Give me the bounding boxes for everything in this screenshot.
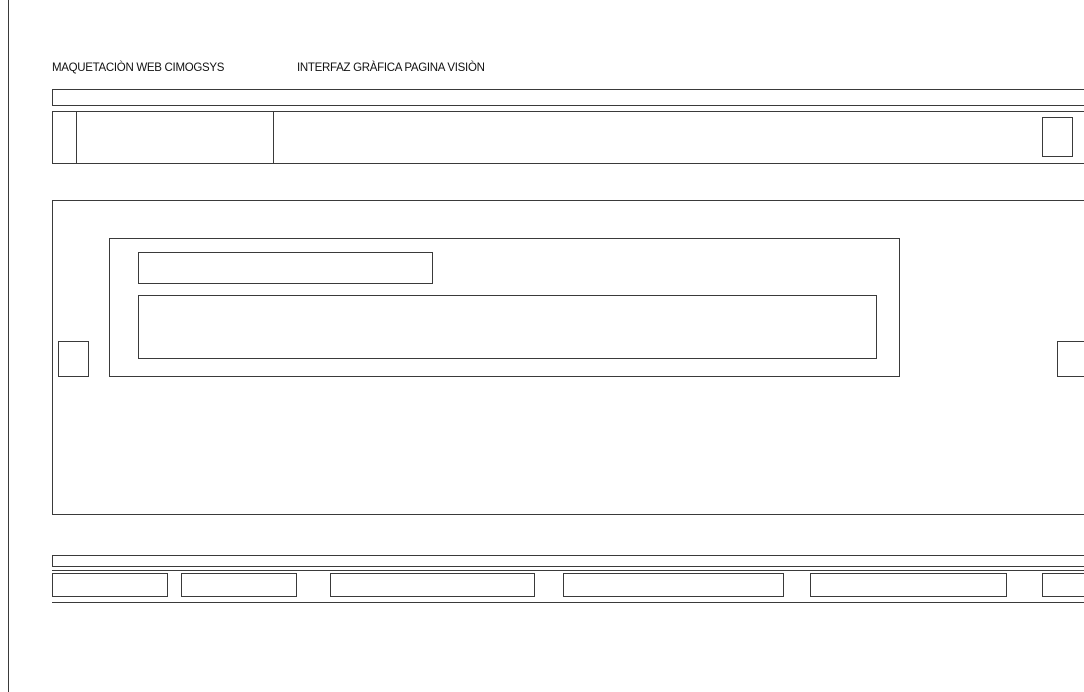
nav-item-3-placeholder[interactable]: [330, 573, 535, 597]
nav-band-line: [52, 570, 1084, 571]
nav-item-6-placeholder[interactable]: [1042, 573, 1084, 597]
logo-placeholder[interactable]: [76, 111, 274, 164]
document-subtitle: INTERFAZ GRÀFICA PAGINA VISIÒN: [297, 62, 485, 74]
slider-prev-button[interactable]: [58, 341, 89, 377]
nav-item-5-placeholder[interactable]: [810, 573, 1007, 597]
text-block-placeholder: [138, 295, 877, 359]
nav-item-1-placeholder[interactable]: [52, 573, 168, 597]
heading-placeholder: [138, 252, 433, 284]
nav-band-top-placeholder: [52, 555, 1084, 567]
nav-band-bottom-line: [52, 602, 1084, 603]
nav-item-2-placeholder[interactable]: [181, 573, 297, 597]
slider-next-button[interactable]: [1057, 341, 1084, 377]
nav-item-4-placeholder[interactable]: [563, 573, 784, 597]
document-title: MAQUETACIÒN WEB CIMOGSYS: [52, 62, 225, 74]
top-bar-placeholder: [52, 89, 1084, 106]
page-left-border: [8, 0, 9, 692]
header-icon-placeholder[interactable]: [1042, 117, 1073, 157]
